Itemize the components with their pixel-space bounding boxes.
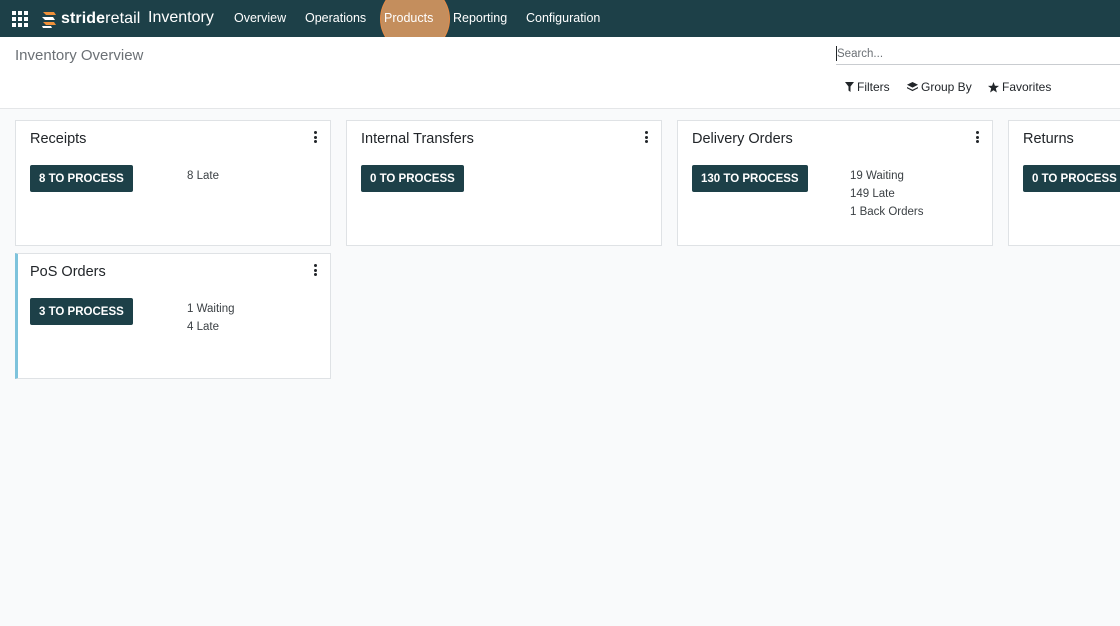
stat-list: 1 Waiting 4 Late bbox=[187, 300, 235, 336]
to-process-button[interactable]: 130 TO PROCESS bbox=[692, 165, 808, 192]
kebab-menu-icon[interactable] bbox=[311, 130, 319, 144]
filters-button[interactable]: Filters bbox=[845, 80, 890, 94]
card-pos-orders: PoS Orders 3 TO PROCESS 1 Waiting 4 Late bbox=[15, 253, 331, 379]
filter-icon bbox=[845, 82, 854, 92]
group-by-button[interactable]: Group By bbox=[907, 80, 972, 94]
stat-late[interactable]: 8 Late bbox=[187, 167, 219, 185]
to-process-button[interactable]: 0 TO PROCESS bbox=[1023, 165, 1120, 192]
card-receipts: Receipts 8 TO PROCESS 8 Late bbox=[15, 120, 331, 246]
menu-configuration[interactable]: Configuration bbox=[526, 11, 600, 25]
app-name[interactable]: Inventory bbox=[148, 9, 214, 27]
search-input[interactable] bbox=[836, 44, 1120, 65]
card-title[interactable]: Receipts bbox=[30, 131, 86, 147]
favorites-button[interactable]: Favorites bbox=[988, 80, 1051, 94]
stat-late[interactable]: 149 Late bbox=[850, 185, 924, 203]
card-title[interactable]: Returns bbox=[1023, 131, 1074, 147]
to-process-button[interactable]: 0 TO PROCESS bbox=[361, 165, 464, 192]
card-returns: Returns 0 TO PROCESS bbox=[1008, 120, 1120, 246]
menu-products[interactable]: Products bbox=[384, 11, 433, 25]
kebab-menu-icon[interactable] bbox=[642, 130, 650, 144]
favorites-label: Favorites bbox=[1002, 80, 1052, 94]
brand-name: strideretail bbox=[61, 10, 141, 27]
layers-icon bbox=[907, 82, 918, 92]
menu-operations[interactable]: Operations bbox=[305, 11, 366, 25]
stat-back-orders[interactable]: 1 Back Orders bbox=[850, 203, 924, 221]
stride-logo-icon bbox=[42, 12, 56, 28]
kebab-menu-icon[interactable] bbox=[973, 130, 981, 144]
star-icon bbox=[988, 81, 999, 92]
card-title[interactable]: Internal Transfers bbox=[361, 131, 474, 147]
stat-waiting[interactable]: 19 Waiting bbox=[850, 167, 924, 185]
to-process-button[interactable]: 3 TO PROCESS bbox=[30, 298, 133, 325]
card-title[interactable]: PoS Orders bbox=[30, 264, 106, 280]
text-caret bbox=[836, 46, 837, 61]
top-navbar: strideretail Inventory Overview Operatio… bbox=[0, 0, 1120, 54]
stat-late[interactable]: 4 Late bbox=[187, 318, 235, 336]
brand-logo[interactable]: strideretail bbox=[40, 8, 140, 30]
page-title: Inventory Overview bbox=[15, 47, 144, 64]
kebab-menu-icon[interactable] bbox=[311, 263, 319, 277]
card-delivery-orders: Delivery Orders 130 TO PROCESS 19 Waitin… bbox=[677, 120, 993, 246]
group-by-label: Group By bbox=[921, 80, 972, 94]
stat-list: 19 Waiting 149 Late 1 Back Orders bbox=[850, 167, 924, 221]
menu-overview[interactable]: Overview bbox=[234, 11, 286, 25]
apps-grid-icon[interactable] bbox=[12, 11, 28, 27]
stat-waiting[interactable]: 1 Waiting bbox=[187, 300, 235, 318]
to-process-button[interactable]: 8 TO PROCESS bbox=[30, 165, 133, 192]
card-internal-transfers: Internal Transfers 0 TO PROCESS bbox=[346, 120, 662, 246]
menu-reporting[interactable]: Reporting bbox=[453, 11, 507, 25]
control-panel: Inventory Overview Filters Group By Favo… bbox=[0, 37, 1120, 109]
filters-label: Filters bbox=[857, 80, 890, 94]
stat-list: 8 Late bbox=[187, 167, 219, 185]
card-title[interactable]: Delivery Orders bbox=[692, 131, 793, 147]
